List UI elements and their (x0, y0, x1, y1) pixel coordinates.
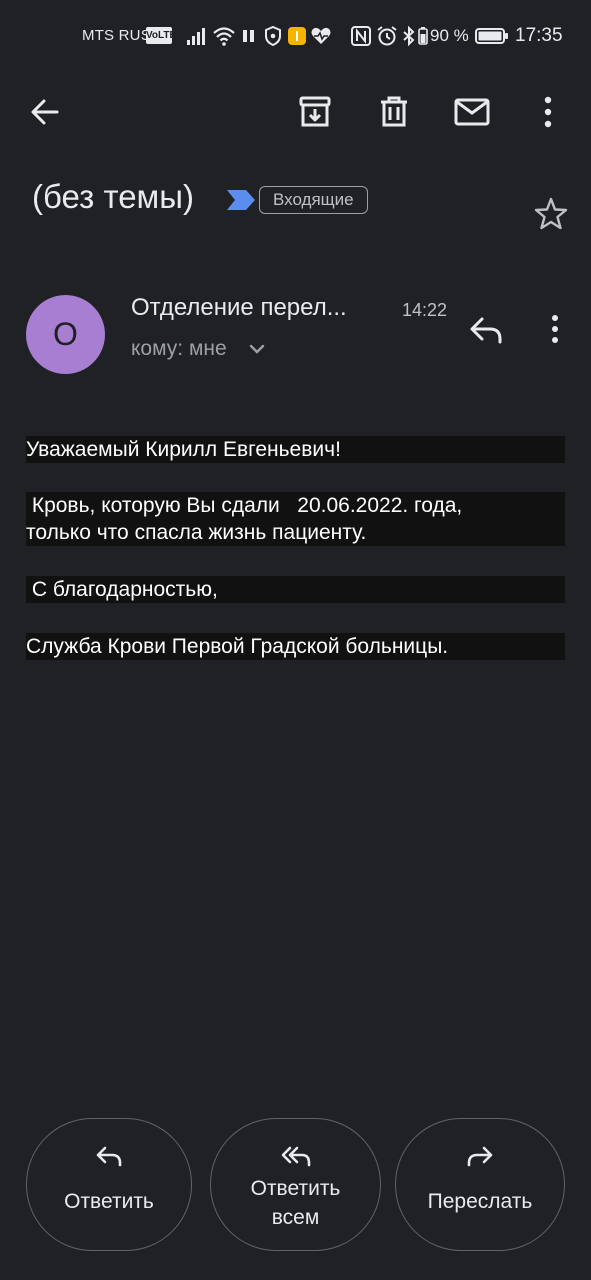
battery-percent: 90 % (430, 26, 469, 45)
reply-all-label-1: Ответить (250, 1177, 341, 1200)
reply-all-button[interactable]: Ответить всем (210, 1118, 381, 1251)
reply-label: Ответить (64, 1190, 154, 1213)
back-arrow-icon[interactable] (25, 92, 65, 132)
sender-avatar[interactable]: О (26, 295, 105, 374)
battery-saver-icon (418, 27, 428, 45)
clock: 17:35 (515, 25, 563, 46)
shield-icon (265, 25, 281, 47)
forward-button[interactable]: Переслать (395, 1118, 565, 1251)
body-line: С благодарностью, (26, 576, 565, 603)
reply-all-icon (281, 1146, 310, 1167)
body-line: Служба Крови Первой Градской больницы. (26, 633, 565, 660)
mail-icon[interactable] (452, 92, 492, 132)
sender-name[interactable]: Отделение перел... (131, 294, 347, 322)
volte-badge: VoLTE (146, 27, 176, 44)
wifi-icon (213, 27, 235, 46)
alarm-icon (377, 26, 397, 46)
recipient-details[interactable]: кому: мне (131, 337, 227, 361)
trash-icon[interactable] (374, 92, 414, 132)
status-bar: MTS RUS VoLTE 90 % 17:35 (0, 0, 591, 72)
bluetooth-icon (403, 25, 415, 47)
message-more-icon[interactable] (538, 310, 572, 350)
carrier-name: MTS RUS (82, 27, 151, 44)
star-icon[interactable] (533, 196, 569, 232)
pause-icon (243, 30, 254, 42)
email-time: 14:22 (402, 300, 448, 320)
inbox-label-chip[interactable]: Входящие (259, 186, 368, 214)
importance-marker-icon[interactable] (226, 189, 256, 211)
chevron-down-icon[interactable] (245, 337, 269, 361)
archive-icon[interactable] (295, 92, 335, 132)
reply-icon[interactable] (466, 310, 506, 350)
reply-icon (96, 1146, 122, 1167)
body-line: Уважаемый Кирилл Евгеньевич! (26, 436, 565, 463)
heart-rate-icon (311, 27, 331, 44)
body-line: Кровь, которую Вы сдали 20.06.2022. года… (26, 492, 565, 519)
body-line: только что спасла жизнь пациенту. (26, 519, 565, 546)
forward-label: Переслать (427, 1190, 533, 1213)
more-vert-icon[interactable] (528, 92, 568, 132)
app-notification-icon (288, 27, 306, 45)
reply-all-label-2: всем (271, 1206, 320, 1229)
forward-icon (467, 1146, 493, 1167)
reply-button[interactable]: Ответить (26, 1118, 192, 1251)
nfc-icon (351, 26, 371, 46)
email-subject: (без темы) (32, 178, 194, 215)
battery-icon (475, 28, 508, 44)
signal-icon (187, 28, 205, 45)
